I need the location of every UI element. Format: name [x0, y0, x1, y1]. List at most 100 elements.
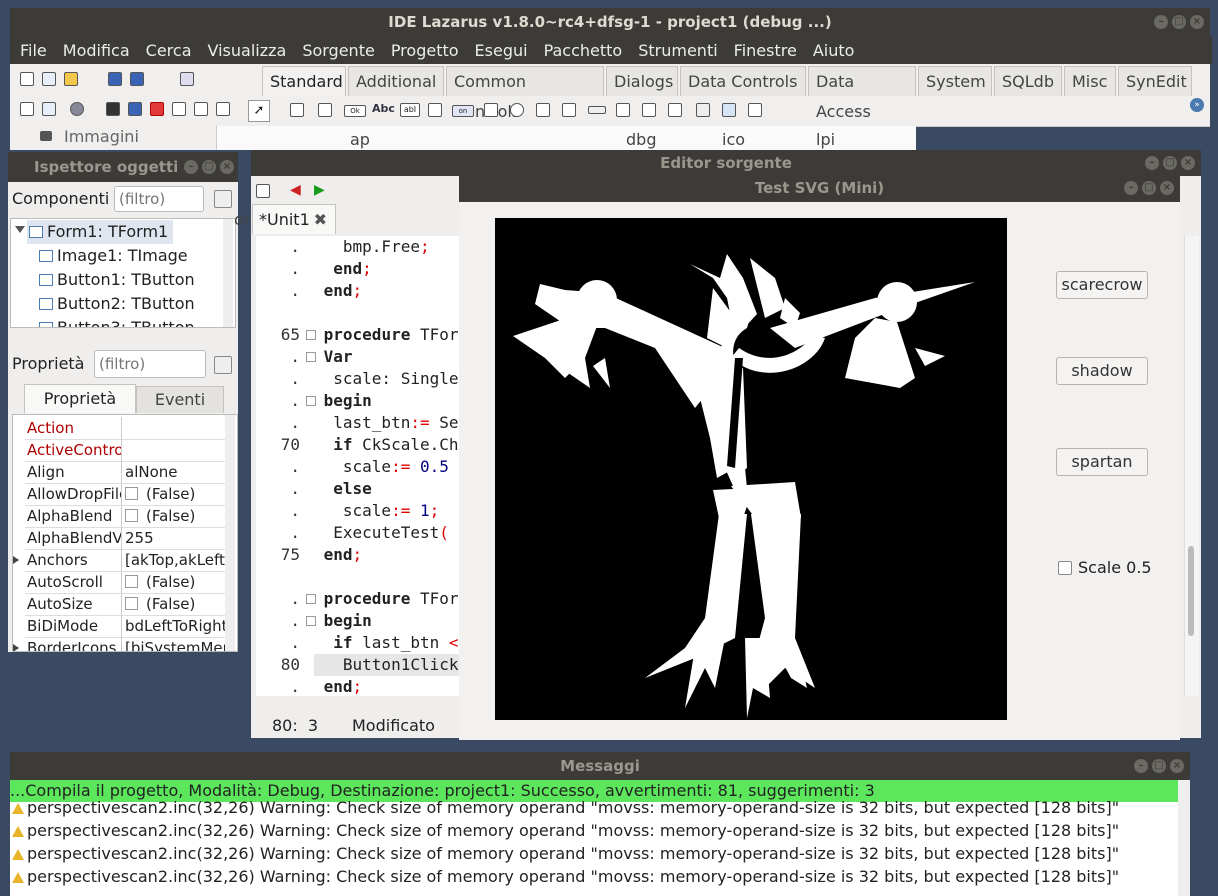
properties-filter-input[interactable]: [94, 350, 206, 378]
tpopupmenu-icon[interactable]: [318, 103, 332, 117]
tree-item[interactable]: Button1: TButton: [39, 268, 195, 292]
options-gear-icon[interactable]: [70, 102, 84, 116]
tedit-icon[interactable]: abI: [400, 103, 420, 117]
tab-eventi[interactable]: Eventi: [136, 386, 224, 413]
tree-expand-icon[interactable]: [15, 226, 25, 233]
palette-selector-arrow-icon[interactable]: ➚: [248, 100, 270, 122]
close-icon[interactable]: ×: [220, 160, 234, 174]
palette-scroll-icon[interactable]: »: [1190, 98, 1204, 112]
minimize-icon[interactable]: –: [1154, 15, 1168, 29]
stop-icon[interactable]: [150, 102, 164, 116]
toggle-form-icon[interactable]: [180, 72, 194, 86]
close-tab-icon[interactable]: ✖: [314, 205, 327, 235]
shadow-button[interactable]: shadow: [1056, 357, 1148, 385]
code-area[interactable]: . bmp.Free;. end;. end; 65 procedure TFor…: [256, 236, 460, 696]
editor-right-scrollbar[interactable]: [1184, 236, 1199, 696]
view-units-icon[interactable]: [20, 102, 34, 116]
message-line[interactable]: perspectivescan2.inc(32,26) Warning: Che…: [12, 865, 1119, 888]
palette-tab-data-access[interactable]: Data Access: [808, 66, 916, 121]
tree-item[interactable]: Form1: TForm1: [29, 220, 168, 244]
forward-arrow-icon[interactable]: ▶: [314, 182, 325, 198]
tlabel-icon[interactable]: Abc: [372, 102, 395, 115]
menu-pacchetto[interactable]: Pacchetto: [536, 41, 631, 60]
property-row[interactable]: AutoSize (False): [25, 593, 235, 616]
spartan-button[interactable]: spartan: [1056, 448, 1148, 476]
property-value[interactable]: alNone: [125, 461, 233, 483]
tscrollbar-icon[interactable]: [588, 106, 606, 114]
tactionlist-icon[interactable]: [748, 103, 762, 117]
menu-modifica[interactable]: Modifica: [55, 41, 138, 60]
property-row[interactable]: Anchors [akTop,akLeft]: [13, 549, 235, 572]
menu-strumenti[interactable]: Strumenti: [630, 41, 725, 60]
editor-tab-unit1[interactable]: *Unit1 ✖: [252, 204, 336, 234]
palette-tab-system[interactable]: System: [918, 66, 992, 96]
tab-proprieta[interactable]: Proprietà: [24, 384, 136, 413]
components-filter-input[interactable]: [114, 186, 204, 212]
tree-item[interactable]: Button2: TButton: [39, 292, 195, 316]
maximize-icon[interactable]: □: [1142, 181, 1156, 195]
property-checkbox[interactable]: [125, 597, 138, 610]
tgroupbox-icon[interactable]: [616, 103, 630, 117]
property-value[interactable]: (False): [125, 593, 233, 615]
step-into-icon[interactable]: [172, 102, 186, 116]
close-icon[interactable]: ×: [1160, 181, 1174, 195]
minimize-icon[interactable]: –: [1124, 181, 1138, 195]
properties-scrollbar[interactable]: [225, 415, 235, 651]
save-all-icon[interactable]: [130, 72, 144, 86]
editor-scroll-thumb[interactable]: [1188, 546, 1194, 636]
property-value[interactable]: (False): [125, 483, 233, 505]
menu-sorgente[interactable]: Sorgente: [294, 41, 383, 60]
tmainmenu-icon[interactable]: [290, 103, 304, 117]
components-filter-icon[interactable]: [214, 190, 232, 208]
palette-tab-misc[interactable]: Misc: [1064, 66, 1116, 96]
property-row[interactable]: AutoScroll (False): [25, 571, 235, 594]
menu-progetto[interactable]: Progetto: [383, 41, 467, 60]
scarecrow-button[interactable]: scarecrow: [1056, 271, 1148, 299]
palette-tab-synedit[interactable]: SynEdit: [1118, 66, 1192, 96]
tmemo-icon[interactable]: [428, 103, 442, 117]
close-icon[interactable]: ×: [1181, 156, 1195, 170]
property-row[interactable]: BorderIcons [biSystemMenu]: [13, 637, 235, 651]
property-value[interactable]: (False): [125, 505, 233, 527]
message-line[interactable]: perspectivescan2.inc(32,26) Warning: Che…: [12, 819, 1119, 842]
tcombobox-icon[interactable]: [562, 103, 576, 117]
property-value[interactable]: [biSystemMenu]: [125, 637, 233, 651]
property-checkbox[interactable]: [125, 509, 138, 522]
message-line[interactable]: perspectivescan2.inc(32,26) Warning: Che…: [12, 842, 1119, 865]
menu-file[interactable]: File: [12, 41, 55, 60]
menu-finestre[interactable]: Finestre: [726, 41, 805, 60]
run-icon[interactable]: [106, 102, 120, 116]
tradiogroup-icon[interactable]: [642, 103, 656, 117]
view-forms-icon[interactable]: [42, 102, 56, 116]
maximize-icon[interactable]: □: [202, 160, 216, 174]
tree-item[interactable]: Image1: TImage: [39, 244, 188, 268]
maximize-icon[interactable]: □: [1152, 759, 1166, 773]
tcheckgroup-icon[interactable]: [668, 103, 682, 117]
save-icon[interactable]: [108, 72, 122, 86]
menu-esegui[interactable]: Esegui: [467, 41, 536, 60]
new-unit-icon[interactable]: [20, 72, 34, 86]
close-icon[interactable]: ×: [1190, 15, 1204, 29]
menu-aiuto[interactable]: Aiuto: [805, 41, 863, 60]
property-row[interactable]: AllowDropFiles (False): [25, 483, 235, 506]
new-form-icon[interactable]: [42, 72, 56, 86]
property-value[interactable]: (False): [125, 571, 233, 593]
property-checkbox[interactable]: [125, 487, 138, 500]
property-value[interactable]: bdLeftToRight: [125, 615, 233, 637]
tpanel-icon[interactable]: [696, 103, 710, 117]
property-row[interactable]: Align alNone: [25, 461, 235, 484]
palette-tab-additional[interactable]: Additional: [348, 66, 444, 96]
palette-tab-data-controls[interactable]: Data Controls: [680, 66, 806, 96]
scale-checkbox[interactable]: [1058, 561, 1072, 575]
minimize-icon[interactable]: –: [184, 160, 198, 174]
palette-tab-standard[interactable]: Standard: [262, 66, 346, 96]
palette-tab-sqldb[interactable]: SQLdb: [994, 66, 1062, 96]
back-arrow-icon[interactable]: ◀: [290, 182, 301, 198]
menu-visualizza[interactable]: Visualizza: [200, 41, 295, 60]
property-value[interactable]: [akTop,akLeft]: [125, 549, 233, 571]
tlistbox-icon[interactable]: [536, 103, 550, 117]
property-row[interactable]: Action: [25, 417, 235, 440]
tframe-icon[interactable]: [722, 103, 736, 117]
property-row[interactable]: AlphaBlend (False): [25, 505, 235, 528]
tbutton-icon[interactable]: Ok: [344, 105, 366, 117]
